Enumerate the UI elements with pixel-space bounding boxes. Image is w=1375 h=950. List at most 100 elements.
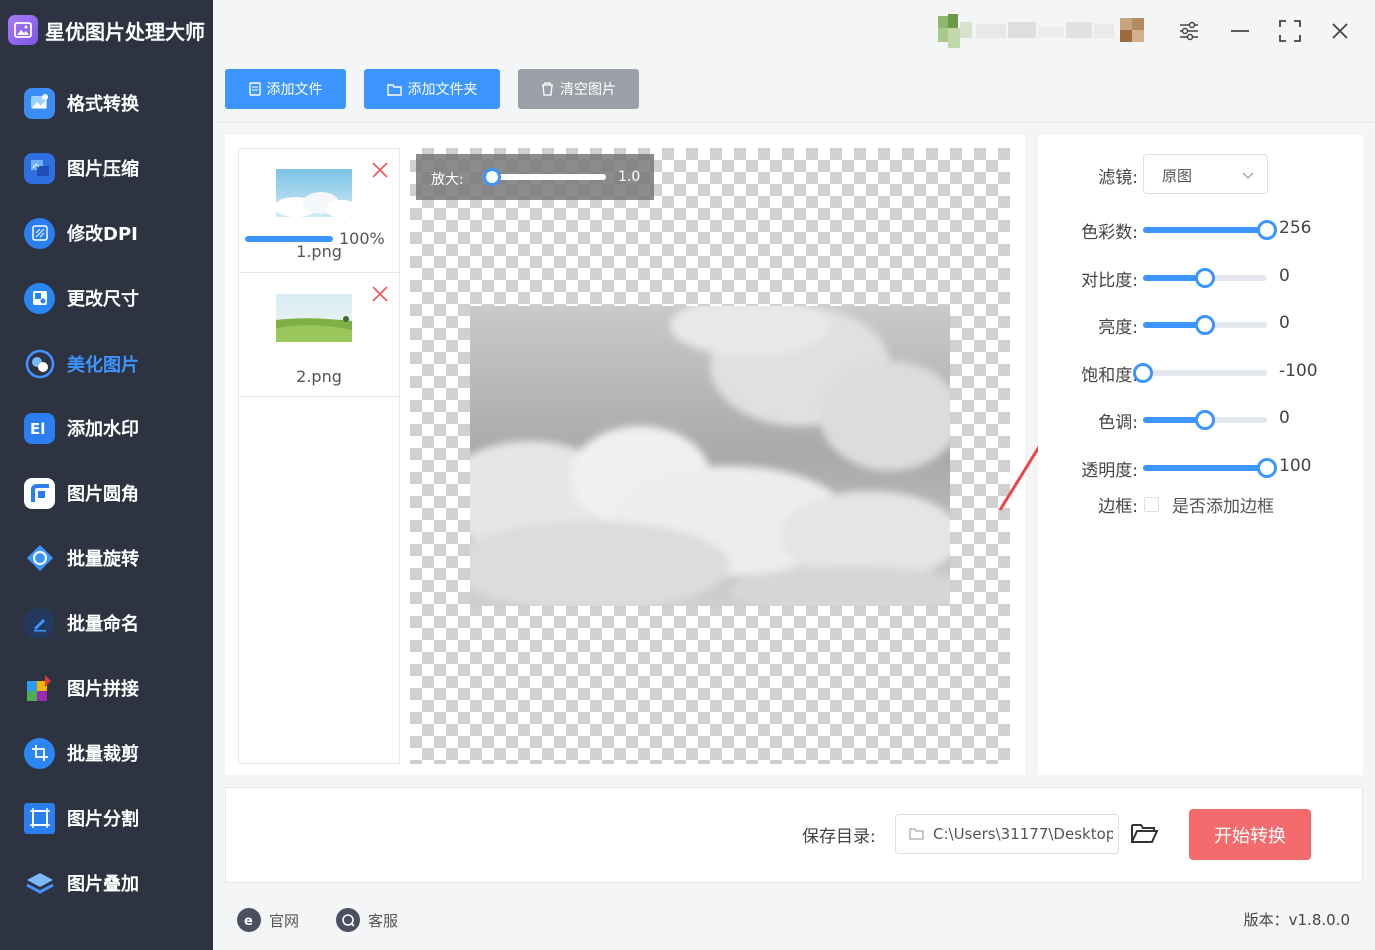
colors-label: 色彩数: <box>1081 223 1138 243</box>
website-link[interactable]: e 官网 <box>237 907 299 933</box>
contrast-label: 对比度: <box>1081 271 1138 291</box>
add-file-label: 添加文件 <box>266 82 323 98</box>
image-compress-icon <box>24 152 55 184</box>
browser-icon: e <box>237 908 261 932</box>
support-label: 客服 <box>368 911 399 930</box>
filter-label: 滤镜: <box>1098 168 1138 188</box>
sidebar: 星优图片处理大师 格式转换 图片压缩 修改DPI 更改尺寸 美化图片 El 添加… <box>0 0 213 950</box>
support-link[interactable]: 客服 <box>336 907 398 933</box>
clear-images-button[interactable]: 清空图片 <box>518 69 639 109</box>
svg-text:El: El <box>30 420 45 437</box>
saturation-label: 饱和度: <box>1081 366 1138 386</box>
contrast-slider-handle[interactable] <box>1195 268 1215 288</box>
sidebar-item-beautify[interactable]: 美化图片 <box>24 346 139 382</box>
brightness-value: 0 <box>1279 313 1290 333</box>
start-convert-button[interactable]: 开始转换 <box>1189 809 1311 860</box>
trash-icon <box>542 82 553 96</box>
layers-icon <box>24 868 55 899</box>
minimize-icon[interactable] <box>1225 16 1255 46</box>
save-dir-label: 保存目录: <box>802 827 876 847</box>
filter-select[interactable]: 原图 <box>1143 154 1268 194</box>
beautify-icon <box>24 349 55 380</box>
file-list[interactable]: 100% 1.png 2.png <box>238 148 400 764</box>
colors-slider-handle[interactable] <box>1257 220 1277 240</box>
sidebar-item-watermark[interactable]: El 添加水印 <box>24 410 139 446</box>
sidebar-item-label: 更改尺寸 <box>67 289 139 310</box>
add-border-checkbox-label[interactable]: 是否添加边框 <box>1172 492 1274 517</box>
sidebar-item-rotate[interactable]: 批量旋转 <box>24 540 139 576</box>
toolbar-divider <box>213 122 1375 123</box>
zoom-slider-track[interactable] <box>486 174 606 180</box>
brightness-label: 亮度: <box>1098 318 1138 338</box>
opacity-label: 透明度: <box>1081 461 1138 481</box>
remove-file-icon[interactable] <box>371 285 389 303</box>
app-brand: 星优图片处理大师 <box>8 13 205 47</box>
file-name: 1.png <box>296 242 342 261</box>
split-icon <box>24 802 55 834</box>
start-convert-label: 开始转换 <box>1214 825 1286 847</box>
maximize-icon[interactable] <box>1275 16 1305 46</box>
sidebar-item-split[interactable]: 图片分割 <box>24 800 139 836</box>
app-logo-icon <box>8 15 38 45</box>
browse-folder-icon[interactable] <box>1130 820 1160 850</box>
puzzle-icon <box>24 673 55 704</box>
add-border-checkbox[interactable] <box>1144 497 1159 512</box>
chat-icon <box>336 908 360 932</box>
rounded-corner-icon <box>24 477 55 509</box>
brightness-slider[interactable] <box>1143 315 1267 335</box>
sidebar-item-resize[interactable]: 更改尺寸 <box>24 280 139 316</box>
crop-icon <box>24 737 55 769</box>
sidebar-item-overlay[interactable]: 图片叠加 <box>24 865 139 901</box>
sidebar-item-label: 添加水印 <box>67 419 139 440</box>
saturation-slider-handle[interactable] <box>1133 363 1153 383</box>
filter-value: 原图 <box>1162 167 1193 185</box>
colors-value: 256 <box>1279 218 1312 238</box>
colors-slider-fill <box>1143 227 1267 233</box>
file-item[interactable]: 2.png <box>239 273 399 397</box>
close-icon[interactable] <box>1325 16 1355 46</box>
file-item[interactable]: 100% 1.png <box>239 149 399 273</box>
opacity-slider-fill <box>1143 465 1267 471</box>
hue-label: 色调: <box>1098 413 1138 433</box>
clear-images-label: 清空图片 <box>560 82 616 98</box>
sidebar-item-label: 图片压缩 <box>67 159 139 180</box>
sidebar-item-crop[interactable]: 批量裁剪 <box>24 735 139 771</box>
sidebar-item-puzzle[interactable]: 图片拼接 <box>24 670 139 706</box>
resize-icon <box>24 282 55 314</box>
opacity-slider[interactable] <box>1143 458 1277 478</box>
zoom-slider-handle[interactable] <box>483 168 501 186</box>
sidebar-item-rename[interactable]: 批量命名 <box>24 605 139 641</box>
sidebar-item-label: 批量裁剪 <box>67 744 139 765</box>
zoom-control: 放大: 1.0 <box>416 154 654 200</box>
zoom-value: 1.0 <box>618 169 641 185</box>
save-path-value: C:\Users\31177\Desktop <box>933 825 1113 843</box>
chevron-down-icon <box>1242 172 1254 180</box>
hue-slider-handle[interactable] <box>1195 410 1215 430</box>
settings-sliders-icon[interactable] <box>1174 16 1204 46</box>
border-label: 边框: <box>1098 497 1138 517</box>
hue-slider[interactable] <box>1143 410 1267 430</box>
sidebar-item-label: 批量命名 <box>67 614 139 635</box>
hue-value: 0 <box>1279 408 1290 428</box>
contrast-slider[interactable] <box>1143 268 1267 288</box>
sidebar-item-format-convert[interactable]: 格式转换 <box>24 85 139 121</box>
file-icon <box>248 82 261 96</box>
opacity-slider-handle[interactable] <box>1257 458 1277 478</box>
colors-slider[interactable] <box>1143 220 1277 240</box>
add-file-button[interactable]: 添加文件 <box>225 69 346 109</box>
sidebar-item-label: 批量旋转 <box>67 549 139 570</box>
sidebar-item-label: 图片拼接 <box>67 679 139 700</box>
user-account-pixelated[interactable] <box>938 14 1154 48</box>
sidebar-item-label: 图片叠加 <box>67 874 139 895</box>
sidebar-item-dpi[interactable]: 修改DPI <box>24 215 138 251</box>
rename-icon <box>24 607 55 639</box>
add-folder-button[interactable]: 添加文件夹 <box>364 69 500 109</box>
sidebar-item-compress[interactable]: 图片压缩 <box>24 150 139 186</box>
contrast-value: 0 <box>1279 266 1290 286</box>
sidebar-item-rounded[interactable]: 图片圆角 <box>24 475 139 511</box>
dpi-icon <box>24 217 55 249</box>
saturation-slider[interactable] <box>1133 363 1267 383</box>
remove-file-icon[interactable] <box>371 161 389 179</box>
brightness-slider-handle[interactable] <box>1195 315 1215 335</box>
save-path-input[interactable]: C:\Users\31177\Desktop <box>895 814 1119 854</box>
